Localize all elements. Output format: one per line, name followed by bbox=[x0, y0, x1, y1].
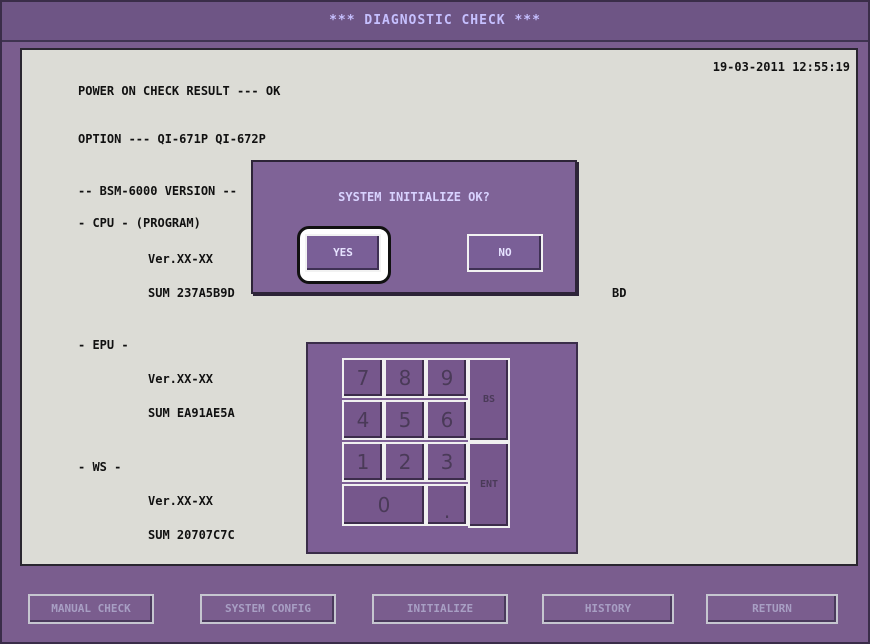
key-5[interactable]: 5 bbox=[384, 400, 426, 440]
key-6[interactable]: 6 bbox=[426, 400, 468, 440]
epu-header: - EPU - bbox=[78, 338, 129, 352]
key-9[interactable]: 9 bbox=[426, 358, 468, 398]
bsm-version-line: -- BSM-6000 VERSION -- bbox=[78, 184, 237, 198]
app-window: *** DIAGNOSTIC CHECK *** 19-03-2011 12:5… bbox=[0, 0, 870, 644]
ws-sum: SUM 20707C7C bbox=[148, 528, 235, 542]
key-4[interactable]: 4 bbox=[342, 400, 384, 440]
history-button[interactable]: HISTORY bbox=[542, 594, 674, 624]
key-7[interactable]: 7 bbox=[342, 358, 384, 398]
window-title: *** DIAGNOSTIC CHECK *** bbox=[2, 2, 868, 42]
key-dot[interactable]: . bbox=[426, 484, 468, 526]
option-line: OPTION --- QI-671P QI-672P bbox=[78, 132, 266, 146]
backspace-key[interactable]: BS bbox=[468, 358, 510, 442]
epu-sum: SUM EA91AE5A bbox=[148, 406, 235, 420]
cpu-sum-right: BD bbox=[612, 286, 627, 300]
timestamp: 19-03-2011 12:55:19 bbox=[712, 60, 850, 74]
epu-version: Ver.XX-XX bbox=[148, 372, 214, 386]
initialize-confirm-dialog: SYSTEM INITIALIZE OK? YES NO bbox=[251, 160, 577, 294]
ws-header: - WS - bbox=[78, 460, 122, 474]
return-button[interactable]: RETURN bbox=[706, 594, 838, 624]
key-1[interactable]: 1 bbox=[342, 442, 384, 482]
yes-button[interactable]: YES bbox=[305, 234, 381, 272]
dialog-message: SYSTEM INITIALIZE OK? bbox=[338, 190, 490, 204]
enter-key[interactable]: ENT bbox=[468, 442, 510, 528]
no-button[interactable]: NO bbox=[467, 234, 543, 272]
diagnostic-panel: 19-03-2011 12:55:19 POWER ON CHECK RESUL… bbox=[20, 48, 858, 566]
cpu-sum: SUM 237A5B9D bbox=[148, 286, 235, 300]
key-2[interactable]: 2 bbox=[384, 442, 426, 482]
ws-version: Ver.XX-XX bbox=[148, 494, 214, 508]
bottom-menu: MANUAL CHECK SYSTEM CONFIG INITIALIZE HI… bbox=[2, 580, 868, 642]
manual-check-button[interactable]: MANUAL CHECK bbox=[28, 594, 154, 624]
numeric-keypad: 7 8 9 BS 4 5 6 1 2 3 ENT 0 . bbox=[306, 342, 578, 554]
initialize-button[interactable]: INITIALIZE bbox=[372, 594, 508, 624]
power-check-line: POWER ON CHECK RESULT --- OK bbox=[78, 84, 281, 98]
cpu-header: - CPU - (PROGRAM) bbox=[78, 216, 201, 230]
system-config-button[interactable]: SYSTEM CONFIG bbox=[200, 594, 336, 624]
key-8[interactable]: 8 bbox=[384, 358, 426, 398]
key-3[interactable]: 3 bbox=[426, 442, 468, 482]
key-0[interactable]: 0 bbox=[342, 484, 426, 526]
cpu-version: Ver.XX-XX bbox=[148, 252, 214, 266]
